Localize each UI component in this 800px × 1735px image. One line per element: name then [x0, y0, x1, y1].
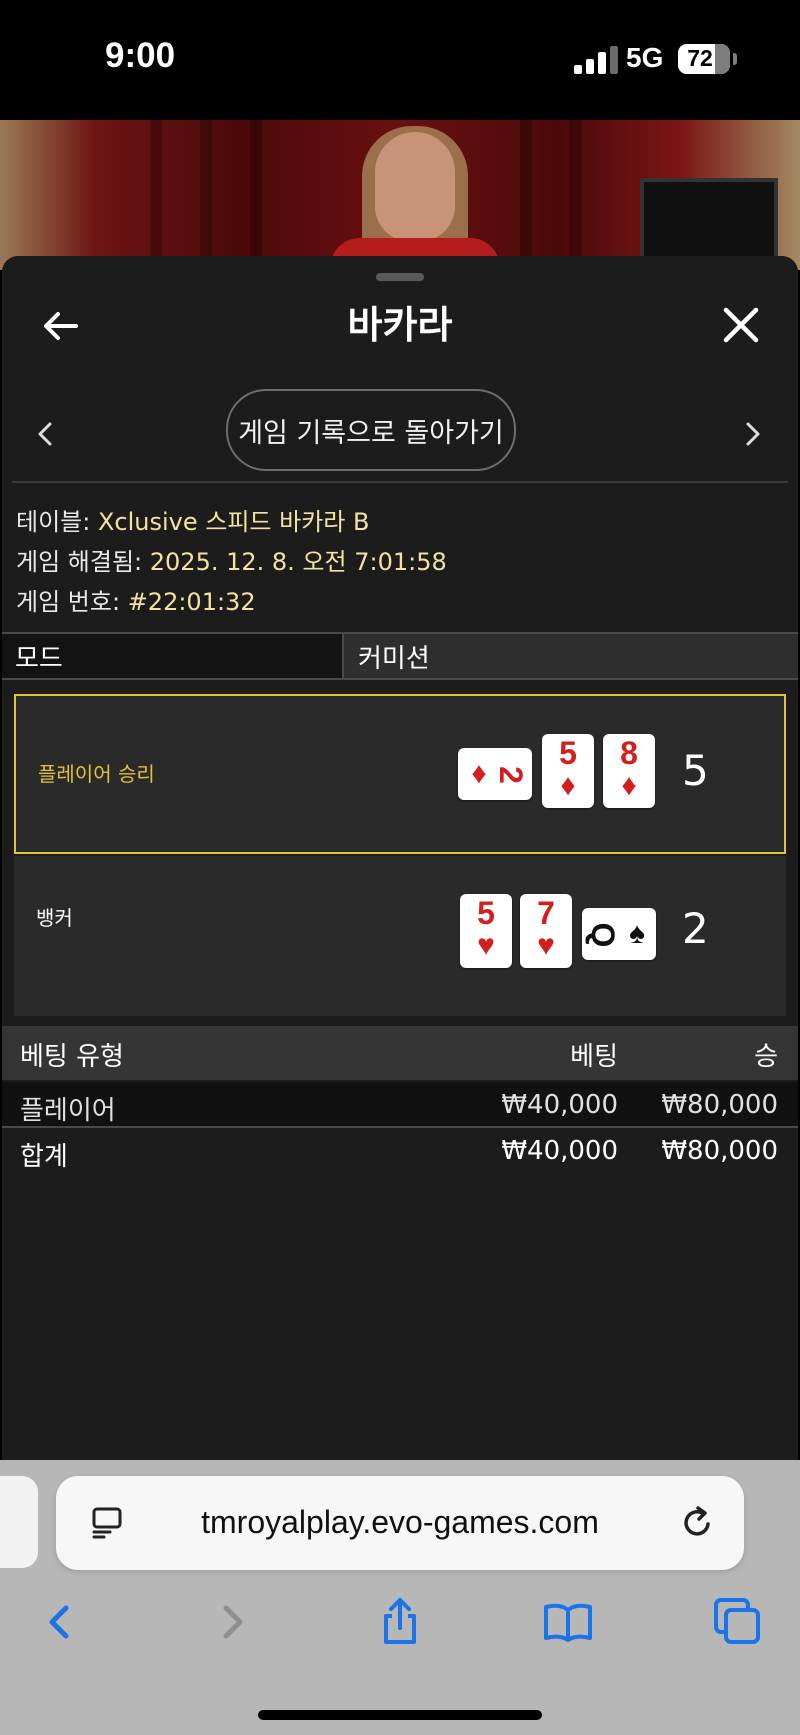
network-type: 5G	[626, 42, 664, 73]
banker-result: 뱅커 5 ♥ 7 ♥ ♠ Q 2	[14, 856, 786, 1016]
divider	[12, 481, 788, 483]
resolved-value: 2025. 12. 8. 오전 7:01:58	[149, 548, 447, 576]
commission-label: 커미션	[358, 643, 430, 674]
close-icon[interactable]	[720, 304, 762, 346]
card-rank: 7	[537, 895, 555, 931]
game-history-sheet: 바카라 게임 기록으로 돌아가기 테이블: Xclusive 스피드 바카라 B…	[2, 256, 798, 1460]
game-number-value: #22:01:32	[127, 588, 256, 616]
mode-label: 모드	[2, 634, 344, 678]
card-suit: ♥	[477, 929, 495, 962]
card-rank: 8	[620, 735, 638, 771]
tabs-icon[interactable]	[712, 1596, 764, 1648]
url-text[interactable]: tmroyalplay.evo-games.com	[56, 1504, 744, 1541]
total-row: 합계 ₩40,000 ₩80,000	[2, 1128, 798, 1172]
page-title: 바카라	[347, 303, 453, 347]
battery-level: 72	[687, 45, 713, 71]
table-row: 플레이어 ₩40,000 ₩80,000	[2, 1082, 798, 1128]
card-rank: 5	[477, 895, 495, 931]
previous-tab[interactable]	[0, 1476, 38, 1568]
battery-tip	[733, 53, 737, 65]
signal-icon	[574, 46, 624, 74]
banker-result-label: 뱅커	[36, 906, 73, 930]
banker-score: 2	[682, 904, 709, 953]
card-suit: ♦	[471, 757, 487, 790]
banker-card-1: 5 ♥	[460, 894, 512, 968]
player-card-2: 5 ♦	[542, 734, 594, 808]
bookmarks-icon[interactable]	[542, 1596, 594, 1648]
game-number-info: 게임 번호: #22:01:32	[16, 582, 256, 617]
table-label: 테이블:	[16, 508, 91, 536]
browser-forward-icon[interactable]	[206, 1596, 258, 1648]
chevron-right-icon[interactable]	[740, 414, 766, 454]
table-value: Xclusive 스피드 바카라 B	[97, 508, 370, 536]
bets-table-header: 베팅 유형 베팅 승	[2, 1026, 798, 1080]
bet-type-header: 베팅 유형	[20, 1042, 124, 1072]
mode-row: 모드 커미션	[2, 632, 798, 680]
player-card-3: 8 ♦	[603, 734, 655, 808]
status-bar: 9:00 5G 72	[0, 0, 800, 120]
card-suit: ♦	[560, 769, 576, 802]
resolved-info: 게임 해결됨: 2025. 12. 8. 오전 7:01:58	[16, 542, 447, 577]
total-bet: ₩40,000	[501, 1136, 618, 1166]
resolved-label: 게임 해결됨:	[16, 548, 143, 576]
player-score: 5	[682, 746, 709, 795]
banker-card-2: 7 ♥	[520, 894, 572, 968]
live-video	[0, 120, 800, 270]
card-suit: ♠	[629, 917, 645, 950]
card-rank: Q	[585, 922, 621, 948]
player-card-1: ♦ 2	[458, 748, 532, 800]
player-result: 플레이어 승리 ♦ 2 5 ♦ 8 ♦ 5	[14, 694, 786, 854]
banker-card-3: ♠ Q	[582, 908, 656, 960]
total-win: ₩80,000	[661, 1136, 778, 1166]
win-amount-header: 승	[754, 1042, 778, 1072]
browser-back-icon[interactable]	[34, 1596, 86, 1648]
sheet-grabber[interactable]	[376, 273, 424, 281]
game-number-label: 게임 번호:	[16, 588, 121, 616]
card-rank: 5	[559, 735, 577, 771]
status-time: 9:00	[105, 36, 176, 75]
battery-icon: 72	[678, 44, 730, 74]
bet-amount: ₩40,000	[501, 1090, 618, 1120]
chevron-left-icon[interactable]	[32, 414, 58, 454]
home-indicator	[258, 1710, 542, 1720]
address-bar[interactable]: tmroyalplay.evo-games.com	[56, 1476, 744, 1570]
win-amount: ₩80,000	[661, 1090, 778, 1120]
card-rank: 2	[493, 766, 529, 784]
reload-icon[interactable]	[678, 1504, 716, 1542]
table-info: 테이블: Xclusive 스피드 바카라 B	[16, 502, 369, 537]
card-suit: ♦	[621, 769, 637, 802]
bet-type: 플레이어	[20, 1096, 116, 1126]
back-to-history-button[interactable]: 게임 기록으로 돌아가기	[226, 389, 516, 471]
share-icon[interactable]	[374, 1596, 426, 1648]
player-result-label: 플레이어 승리	[38, 762, 155, 786]
card-suit: ♥	[537, 929, 555, 962]
browser-toolbar: tmroyalplay.evo-games.com	[0, 1460, 800, 1735]
bet-amount-header: 베팅	[570, 1042, 618, 1072]
total-label: 합계	[20, 1142, 68, 1172]
